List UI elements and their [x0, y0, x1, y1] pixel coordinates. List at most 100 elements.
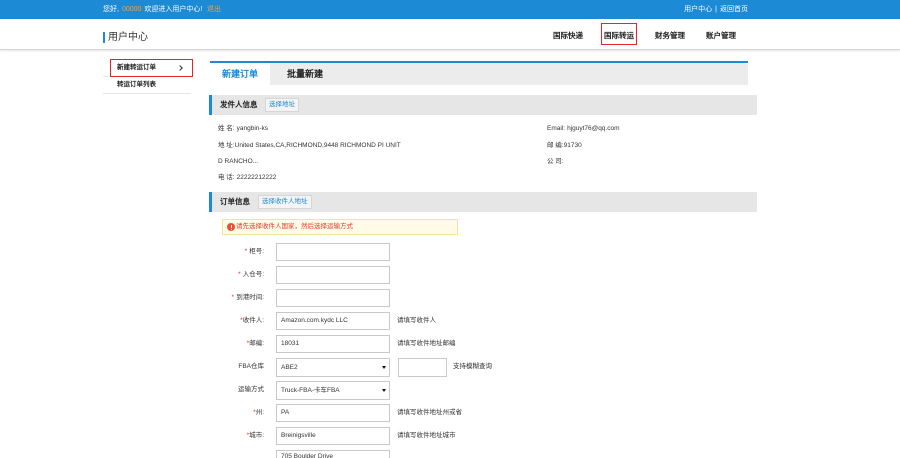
- shipping-method-label: 运输方式: [238, 386, 264, 393]
- nav-account[interactable]: 账户管理: [706, 30, 736, 42]
- form-row-recipient: *收件人: Amazon.com.kydc LLC 请填写收件人: [209, 312, 757, 331]
- form-row-postcode: *邮编: 18031 请填写收件地址邮编: [209, 335, 757, 354]
- tab-batch-create[interactable]: 批量新建: [270, 63, 340, 85]
- postcode-hint: 请填写收件地址邮编: [397, 340, 456, 347]
- postcode-label: *邮编:: [209, 335, 264, 353]
- page-title: 用户中心: [108, 32, 148, 43]
- arrival-time-label: * 到港时间:: [209, 289, 264, 307]
- link-separator: |: [715, 6, 717, 13]
- form-row-state: *州: PA 请填写收件地址州或省: [209, 404, 757, 423]
- dropdown-arrow-icon: [382, 389, 386, 392]
- recipient-hint: 请填写收件人: [397, 317, 436, 324]
- nav-international-express[interactable]: 国际快递: [553, 30, 583, 42]
- greeting-prefix: 您好,: [103, 6, 119, 13]
- form-row-container-no: * 柜号:: [209, 243, 757, 262]
- sender-company: 公 司:: [547, 154, 564, 170]
- form-row-city: *城市: Breinigsville 请填写收件地址城市: [209, 427, 757, 446]
- shipping-method-selected-value: Truck-FBA-卡车FBA: [281, 387, 340, 394]
- sender-postcode: 邮 编:91730: [547, 138, 582, 154]
- order-section-title: 订单信息: [220, 197, 250, 206]
- title-accent-bar: [103, 32, 105, 43]
- sender-company-label: 公 司:: [547, 158, 564, 165]
- state-label-text: 州:: [255, 409, 264, 416]
- warning-text: 请先选择收件人国家，然后选择运输方式: [236, 223, 353, 230]
- container-no-label-text: 柜号:: [249, 248, 264, 255]
- required-mark: *: [238, 271, 241, 278]
- sender-email-value: hjguyt76@qq.com: [567, 125, 620, 132]
- city-input[interactable]: Breinigsville: [276, 427, 390, 445]
- warehouse-entry-no-label-text: 入仓号:: [242, 271, 264, 278]
- sender-name-label: 姓 名:: [218, 125, 235, 132]
- sidebar-item-new-forwarding-order[interactable]: 新建转运订单: [103, 60, 191, 77]
- sender-name-value: yangbin-ks: [236, 125, 269, 132]
- order-section-header: 订单信息 选择收件人地址: [209, 192, 757, 212]
- greeting-suffix: 欢迎进入用户中心!: [144, 6, 203, 13]
- form-row-fba-warehouse: FBA仓库 ABE2 支持模糊查询: [209, 358, 757, 377]
- fba-warehouse-search-input[interactable]: [398, 358, 447, 377]
- sender-email: Email: hjguyt76@qq.com: [547, 121, 620, 137]
- form-row-arrival-time: * 到港时间:: [209, 289, 757, 308]
- postcode-input[interactable]: 18031: [276, 335, 390, 353]
- nav-international-forwarding[interactable]: 国际转运: [604, 30, 634, 42]
- user-center-link[interactable]: 用户中心: [684, 6, 712, 13]
- nav-finance[interactable]: 财务管理: [655, 30, 685, 42]
- tab-new-order[interactable]: 新建订单: [210, 63, 270, 85]
- header: 用户中心 国际快递 国际转运 财务管理 账户管理: [0, 19, 900, 50]
- recipient-label: *收件人:: [209, 312, 264, 330]
- sender-address-value: United States,CA,RICHMOND,9448 RICHMOND …: [218, 142, 401, 165]
- container-no-label: * 柜号:: [209, 243, 264, 261]
- shipping-method-select[interactable]: Truck-FBA-卡车FBA: [276, 381, 390, 400]
- fba-warehouse-selected-value: ABE2: [281, 364, 298, 371]
- required-mark: *: [231, 294, 235, 301]
- sender-address-label: 地 址:: [218, 142, 235, 149]
- dropdown-arrow-icon: [382, 366, 386, 369]
- warehouse-entry-no-input[interactable]: [276, 266, 390, 284]
- fba-warehouse-hint: 支持模糊查询: [453, 363, 492, 370]
- recipient-input[interactable]: Amazon.com.kydc LLC: [276, 312, 390, 330]
- postcode-label-text: 邮编:: [249, 340, 264, 347]
- city-label-text: 城市:: [249, 432, 264, 439]
- state-input[interactable]: PA: [276, 404, 390, 422]
- form-row-shipping-method: 运输方式 Truck-FBA-卡车FBA: [209, 381, 757, 400]
- logout-link[interactable]: 退出: [207, 0, 221, 19]
- recipient-label-text: 收件人:: [242, 317, 264, 324]
- home-link[interactable]: 返回首页: [720, 6, 748, 13]
- top-links: 用户中心 | 返回首页: [684, 0, 748, 19]
- sidebar-item-label: 新建转运订单: [117, 64, 156, 71]
- fba-warehouse-label: FBA仓库: [238, 363, 264, 370]
- sidebar: 新建转运订单 转运订单列表: [103, 60, 191, 94]
- warning-message: 请先选择收件人国家，然后选择运输方式: [222, 219, 458, 235]
- fba-warehouse-select[interactable]: ABE2: [276, 358, 390, 377]
- sender-postcode-label: 邮 编:: [547, 142, 564, 149]
- sender-phone-label: 电 话:: [218, 174, 235, 181]
- arrival-time-label-text: 到港时间:: [236, 294, 264, 301]
- sender-section-header: 发件人信息 选择地址: [209, 95, 757, 115]
- form-row-warehouse-entry-no: * 入仓号:: [209, 266, 757, 285]
- sidebar-item-label: 转运订单列表: [117, 81, 156, 88]
- sender-phone: 电 话: 22222212222: [218, 170, 276, 186]
- tab-bar: 新建订单 批量新建: [210, 61, 748, 85]
- sidebar-item-forwarding-order-list[interactable]: 转运订单列表: [103, 77, 191, 94]
- sender-section-title: 发件人信息: [220, 100, 258, 109]
- top-bar: 您好, 00000 欢迎进入用户中心! 退出 用户中心 | 返回首页: [0, 0, 900, 19]
- required-mark: *: [244, 248, 248, 255]
- state-hint: 请填写收件地址州或省: [397, 409, 462, 416]
- select-recipient-address-button[interactable]: 选择收件人地址: [258, 195, 312, 209]
- city-label: *城市:: [209, 427, 264, 445]
- user-id: 00000: [121, 6, 142, 13]
- arrival-time-input[interactable]: [276, 289, 390, 307]
- sender-phone-value: 22222212222: [236, 174, 277, 181]
- sender-postcode-value: 91730: [563, 142, 582, 149]
- container-no-input[interactable]: [276, 243, 390, 261]
- address-input[interactable]: 705 Boulder Drive: [276, 450, 390, 458]
- warning-icon: [227, 223, 235, 231]
- sender-name: 姓 名: yangbin-ks: [218, 121, 268, 137]
- sender-address: 地 址:United States,CA,RICHMOND,9448 RICHM…: [218, 138, 404, 170]
- select-address-button[interactable]: 选择地址: [265, 98, 299, 112]
- state-label: *州:: [209, 404, 264, 422]
- warehouse-entry-no-label: * 入仓号:: [209, 266, 264, 284]
- greeting: 您好, 00000 欢迎进入用户中心!: [103, 0, 202, 19]
- city-hint: 请填写收件地址城市: [397, 432, 456, 439]
- form-row-address: 705 Boulder Drive: [209, 450, 757, 458]
- sender-email-label: Email:: [547, 125, 566, 132]
